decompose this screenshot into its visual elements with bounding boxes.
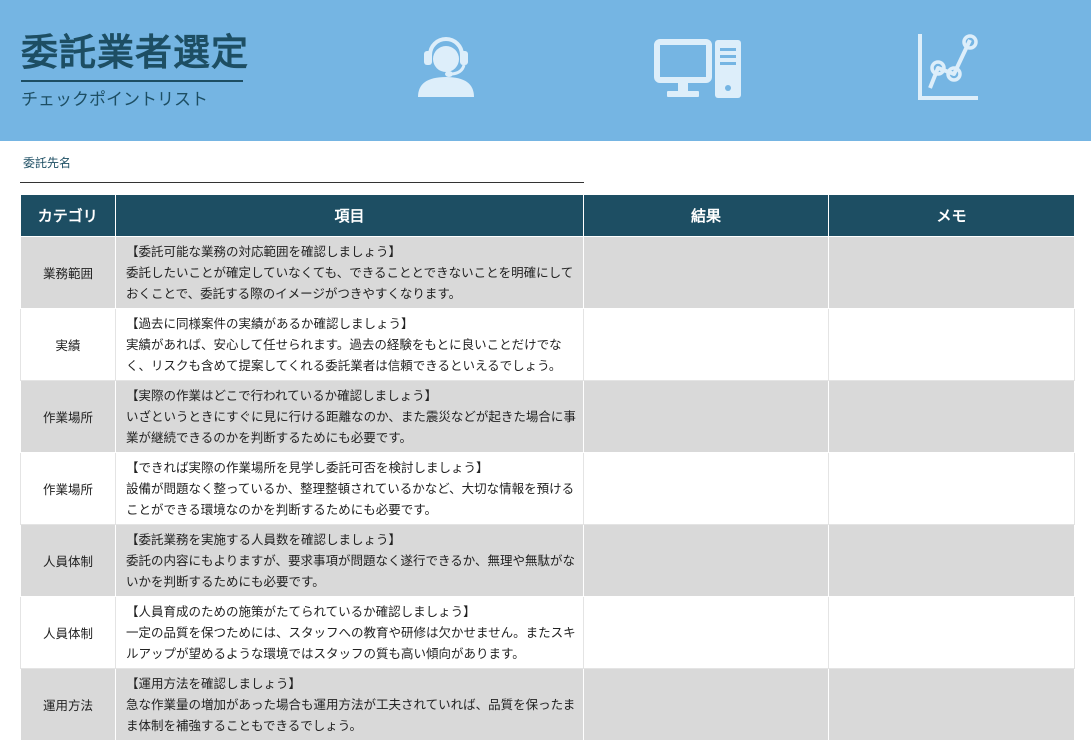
checklist-table: カテゴリ 項目 結果 メモ 業務範囲 【委託可能な業務の対応範囲を確認しましょう… [20, 195, 1075, 741]
column-header-memo: メモ [828, 195, 1075, 236]
result-cell[interactable] [583, 307, 829, 381]
item-cell: 【できれば実際の作業場所を見学し委託可否を検討しましょう】設備が問題なく整ってい… [115, 451, 584, 525]
table-header-row: カテゴリ 項目 結果 メモ [20, 195, 1075, 236]
item-description: 実績があれば、安心して任せられます。過去の経験をもとに良いことだけでなく、リスク… [126, 336, 562, 373]
item-cell: 【運用方法を確認しましょう】急な作業量の増加があった場合も運用方法が工夫されてい… [115, 667, 584, 741]
item-title: 【委託業務を実施する人員数を確認しましょう】 [126, 531, 402, 547]
table-row: 実績 【過去に同様案件の実績があるか確認しましょう】実績があれば、安心して任せら… [20, 307, 1075, 381]
header-banner: 委託業者選定 チェックポイントリスト [0, 0, 1091, 141]
item-description: 委託の内容にもよりますが、要求事項が問題なく遂行できるか、無理や無駄がないかを判… [126, 552, 576, 589]
item-cell: 【委託可能な業務の対応範囲を確認しましょう】委託したいことが確定していなくても、… [115, 235, 584, 309]
item-cell: 【実際の作業はどこで行われているか確認しましょう】いざというときにすぐに見に行け… [115, 379, 584, 453]
item-title: 【人員育成のための施策がたてられているか確認しましょう】 [126, 603, 476, 619]
result-cell[interactable] [583, 451, 829, 525]
memo-cell[interactable] [828, 307, 1075, 381]
item-description: 委託したいことが確定していなくても、できることとできないことを明確にしておくこと… [126, 264, 574, 301]
desktop-computer-icon [654, 38, 744, 100]
table-row: 人員体制 【委託業務を実施する人員数を確認しましょう】委託の内容にもよりますが、… [20, 523, 1075, 597]
memo-cell[interactable] [828, 235, 1075, 309]
category-cell: 人員体制 [20, 523, 116, 597]
category-cell: 作業場所 [20, 451, 116, 525]
line-chart-icon [916, 32, 982, 102]
result-cell[interactable] [583, 235, 829, 309]
item-description: 急な作業量の増加があった場合も運用方法が工夫されていれば、品質を保ったまま体制を… [126, 696, 576, 733]
item-title: 【運用方法を確認しましょう】 [126, 675, 302, 691]
column-header-category: カテゴリ [20, 195, 116, 236]
title-underline [21, 80, 243, 82]
category-cell: 業務範囲 [20, 235, 116, 309]
item-description: いざというときにすぐに見に行ける距離なのか、また震災などが起きた場合に事業が継続… [126, 408, 576, 445]
item-description: 一定の品質を保つためには、スタッフへの教育や研修は欠かせません。またスキルアップ… [126, 624, 576, 661]
table-row: 人員体制 【人員育成のための施策がたてられているか確認しましょう】一定の品質を保… [20, 595, 1075, 669]
client-name-label: 委託先名 [23, 156, 72, 170]
table-row: 作業場所 【できれば実際の作業場所を見学し委託可否を検討しましょう】設備が問題な… [20, 451, 1075, 525]
table-row: 作業場所 【実際の作業はどこで行われているか確認しましょう】いざというときにすぐ… [20, 379, 1075, 453]
category-cell: 作業場所 [20, 379, 116, 453]
item-title: 【実際の作業はどこで行われているか確認しましょう】 [126, 387, 438, 403]
page-title: 委託業者選定 [21, 31, 249, 74]
item-title: 【できれば実際の作業場所を見学し委託可否を検討しましょう】 [126, 459, 489, 475]
result-cell[interactable] [583, 523, 829, 597]
item-description: 設備が問題なく整っているか、整理整頓されているかなど、大切な情報を預けることがで… [126, 480, 575, 517]
page-subtitle: チェックポイントリスト [21, 90, 208, 110]
item-title: 【過去に同様案件の実績があるか確認しましょう】 [126, 315, 414, 331]
item-cell: 【過去に同様案件の実績があるか確認しましょう】実績があれば、安心して任せられます… [115, 307, 584, 381]
memo-cell[interactable] [828, 595, 1075, 669]
operator-icon [416, 27, 476, 99]
memo-cell[interactable] [828, 379, 1075, 453]
column-header-result: 結果 [583, 195, 829, 236]
result-cell[interactable] [583, 379, 829, 453]
item-cell: 【委託業務を実施する人員数を確認しましょう】委託の内容にもよりますが、要求事項が… [115, 523, 584, 597]
table-row: 業務範囲 【委託可能な業務の対応範囲を確認しましょう】委託したいことが確定してい… [20, 235, 1075, 309]
item-title: 【委託可能な業務の対応範囲を確認しましょう】 [126, 243, 402, 259]
column-header-item: 項目 [115, 195, 584, 236]
memo-cell[interactable] [828, 451, 1075, 525]
memo-cell[interactable] [828, 523, 1075, 597]
category-cell: 実績 [20, 307, 116, 381]
client-name-field[interactable] [20, 182, 584, 183]
result-cell[interactable] [583, 667, 829, 741]
category-cell: 運用方法 [20, 667, 116, 741]
table-row: 運用方法 【運用方法を確認しましょう】急な作業量の増加があった場合も運用方法が工… [20, 667, 1075, 741]
result-cell[interactable] [583, 595, 829, 669]
category-cell: 人員体制 [20, 595, 116, 669]
memo-cell[interactable] [828, 667, 1075, 741]
item-cell: 【人員育成のための施策がたてられているか確認しましょう】一定の品質を保つためには… [115, 595, 584, 669]
